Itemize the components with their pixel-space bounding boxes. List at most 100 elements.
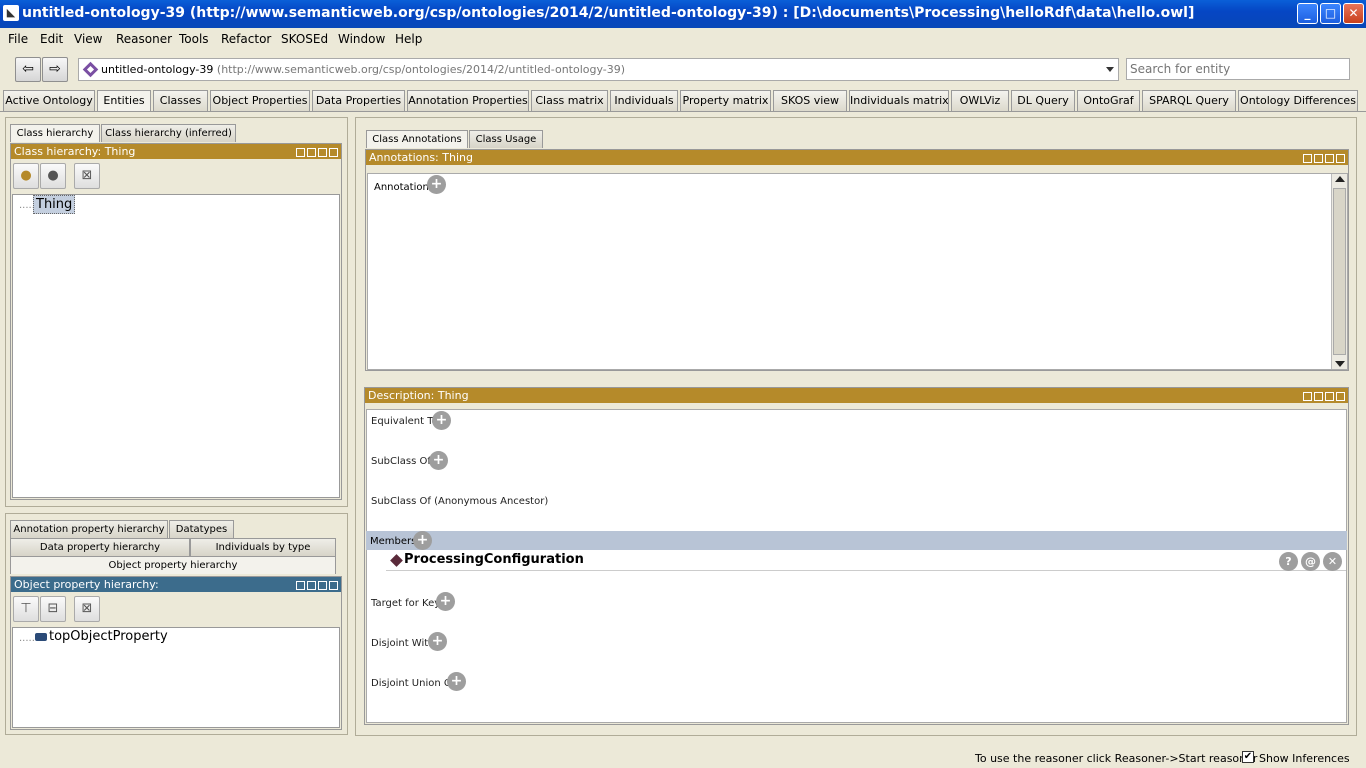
subclass-anon-label: SubClass Of (Anonymous Ancestor) (371, 496, 549, 507)
menu-reasoner[interactable]: Reasoner (116, 32, 172, 46)
member-processingconfiguration[interactable]: ProcessingConfiguration (404, 552, 584, 567)
tab-data-property-hierarchy[interactable]: Data property hierarchy (10, 538, 190, 556)
float-icon[interactable] (1303, 154, 1312, 163)
tab-ontology-differences[interactable]: Ontology Differences (1238, 90, 1358, 111)
add-superclass-button[interactable]: + (429, 451, 448, 470)
menu-view[interactable]: View (74, 32, 102, 46)
annotations-panel: Annotations: Thing Annotations + (365, 149, 1349, 371)
tab-individuals-matrix[interactable]: Individuals matrix (849, 90, 949, 111)
scroll-up-icon[interactable] (1335, 176, 1345, 182)
panel-controls[interactable] (1301, 152, 1345, 163)
tab-class-matrix[interactable]: Class matrix (531, 90, 608, 111)
tab-individuals-by-type[interactable]: Individuals by type (190, 538, 336, 556)
tab-entities[interactable]: Entities (97, 90, 151, 112)
help-button[interactable]: ? (1279, 552, 1298, 571)
menu-skosed[interactable]: SKOSEd (281, 32, 328, 46)
menu-help[interactable]: Help (395, 32, 422, 46)
add-subproperty-button[interactable]: ⊤ (13, 596, 39, 622)
close-button[interactable]: ✕ (1343, 3, 1364, 24)
minimize-icon[interactable] (1314, 392, 1323, 401)
tab-class-usage[interactable]: Class Usage (469, 130, 543, 148)
tab-object-properties[interactable]: Object Properties (210, 90, 310, 111)
description-title: Description: Thing (368, 389, 469, 402)
tab-owlviz[interactable]: OWLViz (951, 90, 1009, 111)
panel-controls[interactable] (294, 146, 338, 157)
tab-sparql-query[interactable]: SPARQL Query (1142, 90, 1236, 111)
tab-class-annotations[interactable]: Class Annotations (366, 130, 468, 148)
back-button[interactable]: ⇦ (15, 57, 41, 82)
scroll-down-icon[interactable] (1335, 361, 1345, 367)
subclass-of-label: SubClass Of (371, 456, 431, 467)
tab-dl-query[interactable]: DL Query (1011, 90, 1075, 111)
maximize-icon[interactable] (318, 148, 327, 157)
menu-refactor[interactable]: Refactor (221, 32, 271, 46)
annotations-header: Annotations: Thing (366, 150, 1348, 165)
chevron-down-icon[interactable] (1106, 67, 1114, 72)
maximize-icon[interactable] (318, 581, 327, 590)
add-sibling-button[interactable]: ● (40, 163, 66, 189)
add-subclass-button[interactable]: ● (13, 163, 39, 189)
close-icon[interactable] (1336, 392, 1345, 401)
menu-window[interactable]: Window (338, 32, 385, 46)
minimize-icon[interactable] (307, 148, 316, 157)
tab-object-property-hierarchy[interactable]: Object property hierarchy (10, 556, 336, 574)
scrollbar[interactable] (1331, 174, 1347, 369)
float-icon[interactable] (296, 581, 305, 590)
scroll-thumb[interactable] (1333, 188, 1346, 355)
tab-annotation-property-hierarchy[interactable]: Annotation property hierarchy (10, 520, 168, 538)
tab-datatypes[interactable]: Datatypes (169, 520, 234, 538)
add-annotation-button[interactable]: + (427, 175, 446, 194)
delete-property-button[interactable]: ⊠ (74, 596, 100, 622)
member-row[interactable]: ProcessingConfiguration ? @ ✕ (386, 551, 1346, 571)
add-key-button[interactable]: + (436, 592, 455, 611)
disjoint-union-label: Disjoint Union Of (371, 678, 456, 689)
tab-class-hierarchy-inferred[interactable]: Class hierarchy (inferred) (101, 124, 236, 142)
panel-controls[interactable] (1301, 390, 1345, 401)
delete-member-button[interactable]: ✕ (1323, 552, 1342, 571)
minimize-button[interactable]: _ (1297, 3, 1318, 24)
class-tree[interactable]: ····· Thing (12, 194, 340, 498)
add-equivalent-button[interactable]: + (432, 411, 451, 430)
minimize-icon[interactable] (1314, 154, 1323, 163)
ontology-iri: (http://www.semanticweb.org/csp/ontologi… (216, 63, 626, 76)
status-bar: To use the reasoner click Reasoner->Star… (0, 746, 1366, 768)
panel-controls[interactable] (294, 579, 338, 590)
object-property-tree[interactable]: ····· topObjectProperty (12, 627, 340, 728)
window-title: untitled-ontology-39 (http://www.semanti… (22, 5, 1195, 21)
close-icon[interactable] (1336, 154, 1345, 163)
show-inferences-checkbox[interactable]: ✔ (1242, 751, 1254, 763)
menu-tools[interactable]: Tools (179, 32, 209, 46)
add-disjoint-button[interactable]: + (428, 632, 447, 651)
tab-class-hierarchy[interactable]: Class hierarchy (10, 124, 100, 142)
tab-skos-view[interactable]: SKOS view (773, 90, 847, 111)
close-icon[interactable] (329, 581, 338, 590)
active-ontology-selector[interactable]: untitled-ontology-39 (http://www.semanti… (78, 58, 1119, 81)
minimize-icon[interactable] (307, 581, 316, 590)
float-icon[interactable] (296, 148, 305, 157)
tab-data-properties[interactable]: Data Properties (312, 90, 405, 111)
maximize-icon[interactable] (1325, 154, 1334, 163)
delete-class-button[interactable]: ⊠ (74, 163, 100, 189)
target-for-key-label: Target for Key (371, 598, 441, 609)
add-member-button[interactable]: + (413, 531, 432, 550)
maximize-button[interactable]: □ (1320, 3, 1341, 24)
entity-search-input[interactable] (1126, 58, 1350, 80)
tree-node-topobjectproperty[interactable]: topObjectProperty (49, 629, 168, 644)
annotate-button[interactable]: @ (1301, 552, 1320, 571)
tab-ontograf[interactable]: OntoGraf (1077, 90, 1140, 111)
add-sibling-property-button[interactable]: ⊟ (40, 596, 66, 622)
menu-file[interactable]: File (8, 32, 28, 46)
maximize-icon[interactable] (1325, 392, 1334, 401)
float-icon[interactable] (1303, 392, 1312, 401)
tab-individuals[interactable]: Individuals (610, 90, 678, 111)
menu-edit[interactable]: Edit (40, 32, 63, 46)
close-icon[interactable] (329, 148, 338, 157)
annotations-list[interactable]: Annotations + (367, 173, 1348, 370)
forward-button[interactable]: ⇨ (42, 57, 68, 82)
tree-node-thing[interactable]: Thing (33, 195, 76, 214)
tab-classes[interactable]: Classes (153, 90, 208, 111)
tab-active-ontology[interactable]: Active Ontology (3, 90, 95, 111)
tab-property-matrix[interactable]: Property matrix (680, 90, 771, 111)
add-disjoint-union-button[interactable]: + (447, 672, 466, 691)
tab-annotation-properties[interactable]: Annotation Properties (407, 90, 529, 111)
